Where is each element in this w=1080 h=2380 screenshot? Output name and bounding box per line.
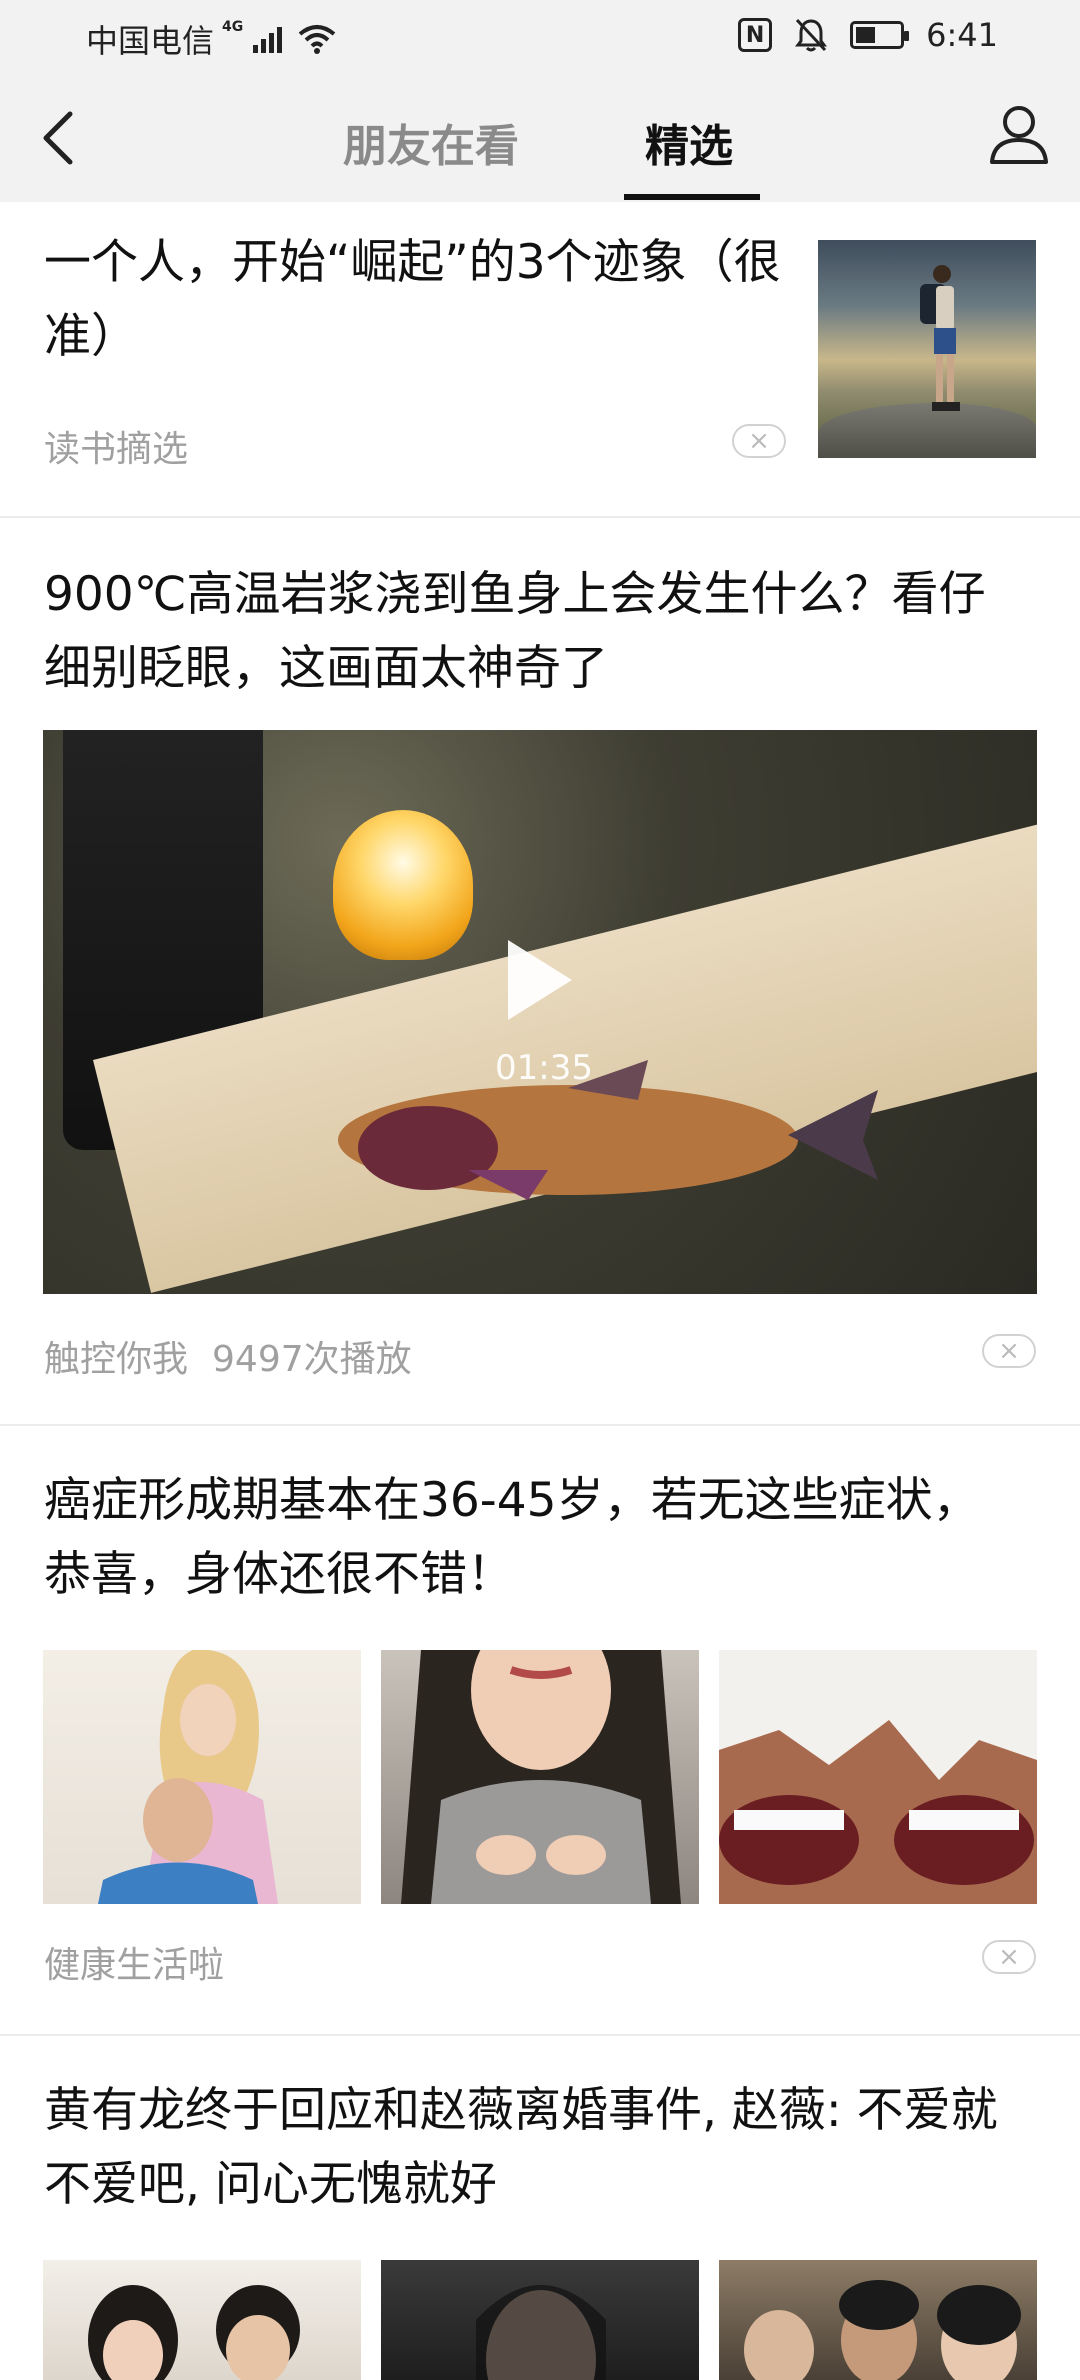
source-name: 触控你我 — [44, 1339, 189, 1380]
network-type: 4G — [222, 19, 244, 35]
battery-icon — [850, 21, 910, 49]
signal-icon — [253, 25, 283, 53]
tab-featured[interactable]: 精选 — [645, 110, 733, 174]
woman-portrait-photo — [401, 1650, 681, 1904]
group-photo — [744, 2280, 1021, 2380]
article-image[interactable] — [381, 2260, 699, 2380]
dismiss-button[interactable]: × — [982, 1334, 1036, 1368]
active-tab-indicator — [624, 194, 760, 200]
article-image[interactable] — [43, 1650, 361, 1904]
article-image[interactable] — [719, 2260, 1037, 2380]
dismiss-button[interactable]: × — [982, 1940, 1036, 1974]
video-duration: 01:35 — [495, 1048, 593, 1088]
woman-photo — [476, 2285, 606, 2380]
nfc-icon: N — [738, 18, 773, 52]
title-line: 癌症形成期基本在36-45岁，若无这些症状， — [44, 1473, 980, 1528]
title-line: 黄有龙终于回应和赵薇离婚事件, 赵薇: 不爱就 — [44, 2083, 998, 2138]
article-image[interactable] — [43, 2260, 361, 2380]
article-title[interactable]: 一个人，开始“崛起”的3个迹象（很 准） — [44, 226, 804, 374]
play-icon[interactable] — [508, 940, 572, 1020]
article-image[interactable] — [719, 1650, 1037, 1904]
status-bar: 中国电信 4G N 6:41 — [0, 0, 1080, 72]
clock: 6:41 — [926, 16, 998, 54]
molten-lava-bucket — [333, 810, 473, 960]
back-icon[interactable] — [30, 102, 90, 172]
dismiss-button[interactable]: × — [732, 424, 786, 458]
fish — [338, 1060, 878, 1200]
title-line: 恭喜，身体还很不错！ — [44, 1547, 514, 1602]
hiker-on-mountain-image[interactable] — [818, 240, 1036, 458]
wifi-icon — [298, 25, 336, 54]
article-source: 触控你我 9497次播放 — [44, 1330, 412, 1382]
massage-photo — [98, 1650, 278, 1904]
title-line: 900℃高温岩浆浇到鱼身上会发生什么？看仔 — [44, 567, 986, 622]
article-title[interactable]: 癌症形成期基本在36-45岁，若无这些症状， 恭喜，身体还很不错！ — [44, 1464, 1044, 1612]
article-source: 读书摘选 — [44, 429, 189, 470]
user-icon[interactable] — [986, 100, 1052, 166]
article-image[interactable] — [381, 1650, 699, 1904]
tab-friends-watching[interactable]: 朋友在看 — [343, 110, 519, 174]
mute-bell-icon — [795, 18, 828, 52]
title-line: 准） — [44, 309, 138, 364]
play-count: 9497次播放 — [212, 1339, 412, 1380]
article-source: 健康生活啦 — [44, 1945, 225, 1986]
title-line: 细别眨眼，这画面太神奇了 — [44, 641, 608, 696]
carrier-label: 中国电信 — [86, 22, 215, 60]
status-left: 中国电信 4G — [86, 16, 336, 62]
couple-photo — [88, 2285, 300, 2380]
video-thumbnail[interactable]: 01:35 — [43, 730, 1037, 1294]
title-line: 一个人，开始“崛起”的3个迹象（很 — [44, 235, 781, 290]
mouths-photo — [719, 1650, 1037, 1904]
status-right: N 6:41 — [738, 16, 998, 54]
title-line: 不爱吧, 问心无愧就好 — [44, 2157, 497, 2212]
hiker-figure — [920, 265, 960, 411]
article-title[interactable]: 900℃高温岩浆浇到鱼身上会发生什么？看仔 细别眨眼，这画面太神奇了 — [44, 558, 1044, 706]
top-nav: 朋友在看 精选 — [0, 72, 1080, 202]
article-title[interactable]: 黄有龙终于回应和赵薇离婚事件, 赵薇: 不爱就 不爱吧, 问心无愧就好 — [44, 2074, 1044, 2222]
